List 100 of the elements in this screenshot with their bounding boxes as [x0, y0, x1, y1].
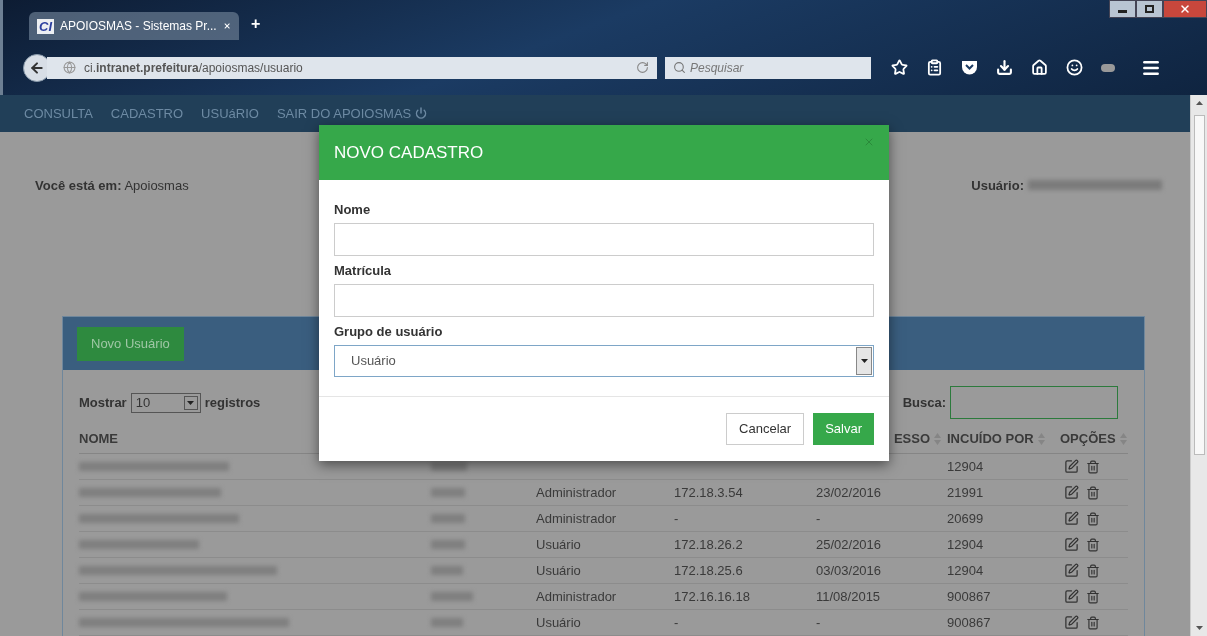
url-text: ci.intranet.prefeitura/apoiosmas/usuario — [84, 59, 303, 77]
table-cell: 172.18.26.2 — [674, 536, 743, 552]
modal-title: NOVO CADASTRO — [334, 141, 484, 164]
redacted-text — [431, 514, 465, 523]
new-user-button[interactable]: Novo Usuário — [77, 326, 184, 361]
search-placeholder: Pesquisar — [690, 59, 744, 77]
table-cell: - — [816, 614, 821, 630]
field-label: Grupo de usuário — [334, 323, 444, 341]
download-icon[interactable] — [996, 59, 1013, 76]
table-search-field[interactable] — [950, 386, 1118, 419]
table-cell: - — [674, 510, 679, 526]
table-cell: 172.18.25.6 — [674, 562, 743, 578]
trash-icon[interactable] — [1086, 511, 1100, 526]
clipboard-icon[interactable] — [926, 59, 943, 76]
column-header[interactable]: INCUÍDO POR — [947, 429, 1034, 449]
search-icon — [673, 61, 686, 74]
user-label: Usuário: — [971, 176, 1024, 195]
table-cell: Administrador — [536, 588, 617, 604]
page-size-select[interactable]: 10 — [130, 392, 201, 413]
table-cell: 12904 — [947, 458, 984, 474]
logout-link[interactable]: SAIR DO APOIOSMAS — [276, 103, 428, 123]
scrollbar[interactable] — [1190, 95, 1207, 636]
redacted-text — [431, 618, 463, 627]
pocket-icon[interactable] — [961, 60, 978, 75]
search-field[interactable]: Pesquisar — [665, 56, 871, 79]
globe-icon — [63, 61, 76, 74]
search-label: Busca: — [902, 393, 946, 412]
chat-icon[interactable] — [1066, 59, 1083, 76]
breadcrumb: Você está em: Apoiosmas — [35, 176, 189, 195]
nav-link[interactable]: CADASTRO — [110, 103, 184, 123]
maximize-button[interactable] — [1136, 0, 1163, 18]
edit-icon[interactable] — [1064, 511, 1079, 526]
cancel-button[interactable]: Cancelar — [726, 413, 805, 445]
close-window-button[interactable] — [1163, 0, 1207, 18]
edit-icon[interactable] — [1064, 537, 1079, 552]
column-header[interactable]: OPÇÕES — [1060, 429, 1116, 449]
trash-icon[interactable] — [1086, 589, 1100, 604]
close-icon — [1179, 3, 1191, 15]
table-cell: 25/02/2016 — [816, 536, 882, 552]
address-bar[interactable]: ci.intranet.prefeitura/apoiosmas/usuario — [47, 56, 657, 79]
table-cell: 03/03/2016 — [816, 562, 882, 578]
field-label: Nome — [334, 201, 372, 219]
trash-icon[interactable] — [1086, 485, 1100, 500]
tab-logo: CI — [37, 18, 54, 34]
edit-icon[interactable] — [1064, 459, 1079, 474]
caret-icon — [187, 400, 195, 405]
table-cell: Usuário — [536, 614, 581, 630]
table-cell: - — [674, 614, 679, 630]
trash-icon[interactable] — [1086, 537, 1100, 552]
select-field[interactable]: Usuário — [334, 345, 874, 377]
field-label: Matrícula — [334, 262, 393, 280]
caret-icon — [860, 359, 868, 363]
table-cell: 20699 — [947, 510, 984, 526]
edit-icon[interactable] — [1064, 485, 1079, 500]
text-input[interactable] — [334, 284, 874, 317]
trash-icon[interactable] — [1086, 615, 1100, 630]
trash-icon[interactable] — [1086, 563, 1100, 578]
table-cell: 11/08/2015 — [816, 588, 881, 604]
close-icon[interactable] — [222, 20, 231, 32]
power-icon — [415, 107, 428, 120]
bookmark-star-icon[interactable] — [891, 59, 908, 76]
reload-icon[interactable] — [636, 61, 649, 74]
table-cell: 900867 — [947, 614, 991, 630]
edit-icon[interactable] — [1064, 563, 1079, 578]
home-icon[interactable] — [1031, 59, 1048, 76]
extension-icon[interactable] — [1101, 63, 1115, 72]
trash-icon[interactable] — [1086, 459, 1100, 474]
edit-icon[interactable] — [1064, 589, 1079, 604]
save-button[interactable]: Salvar — [813, 413, 874, 445]
browser-tab[interactable]: CI APOIOSMAS - Sistemas Pr... — [29, 12, 239, 40]
nav-link[interactable]: CONSULTA — [24, 103, 93, 123]
table-cell: Administrador — [536, 484, 617, 500]
table-cell: 900867 — [947, 588, 991, 604]
scroll-up-icon[interactable] — [1195, 101, 1203, 105]
table-cell: 21991 — [947, 484, 984, 500]
minimize-button[interactable] — [1109, 0, 1136, 18]
show-label: Mostrar — [79, 393, 127, 412]
edit-icon[interactable] — [1064, 615, 1079, 630]
redacted-text — [431, 462, 467, 471]
table-cell: - — [816, 510, 821, 526]
table-cell: Usuário — [536, 562, 581, 578]
table-cell: Usuário — [536, 536, 581, 552]
table-cell: 23/02/2016 — [816, 484, 882, 500]
table-cell: 172.16.16.18 — [674, 588, 750, 604]
column-header[interactable]: ESSO — [893, 429, 930, 449]
redacted-text — [431, 566, 463, 575]
text-input[interactable] — [334, 223, 874, 256]
tab-title: APOIOSMAS - Sistemas Pr... — [60, 18, 217, 35]
table-cell: Administrador — [536, 510, 617, 526]
records-label: registros — [204, 393, 261, 412]
table-cell: 12904 — [947, 536, 984, 552]
table-cell: 12904 — [947, 562, 984, 578]
new-tab-button[interactable]: + — [251, 12, 261, 36]
nav-link[interactable]: USUáRIO — [201, 103, 259, 123]
redacted-text — [431, 540, 465, 549]
redacted-text — [431, 488, 465, 497]
redacted-text — [431, 592, 473, 601]
table-cell: 172.18.3.54 — [674, 484, 743, 500]
column-header[interactable]: NOME — [79, 429, 118, 449]
scroll-down-icon[interactable] — [1195, 626, 1203, 630]
